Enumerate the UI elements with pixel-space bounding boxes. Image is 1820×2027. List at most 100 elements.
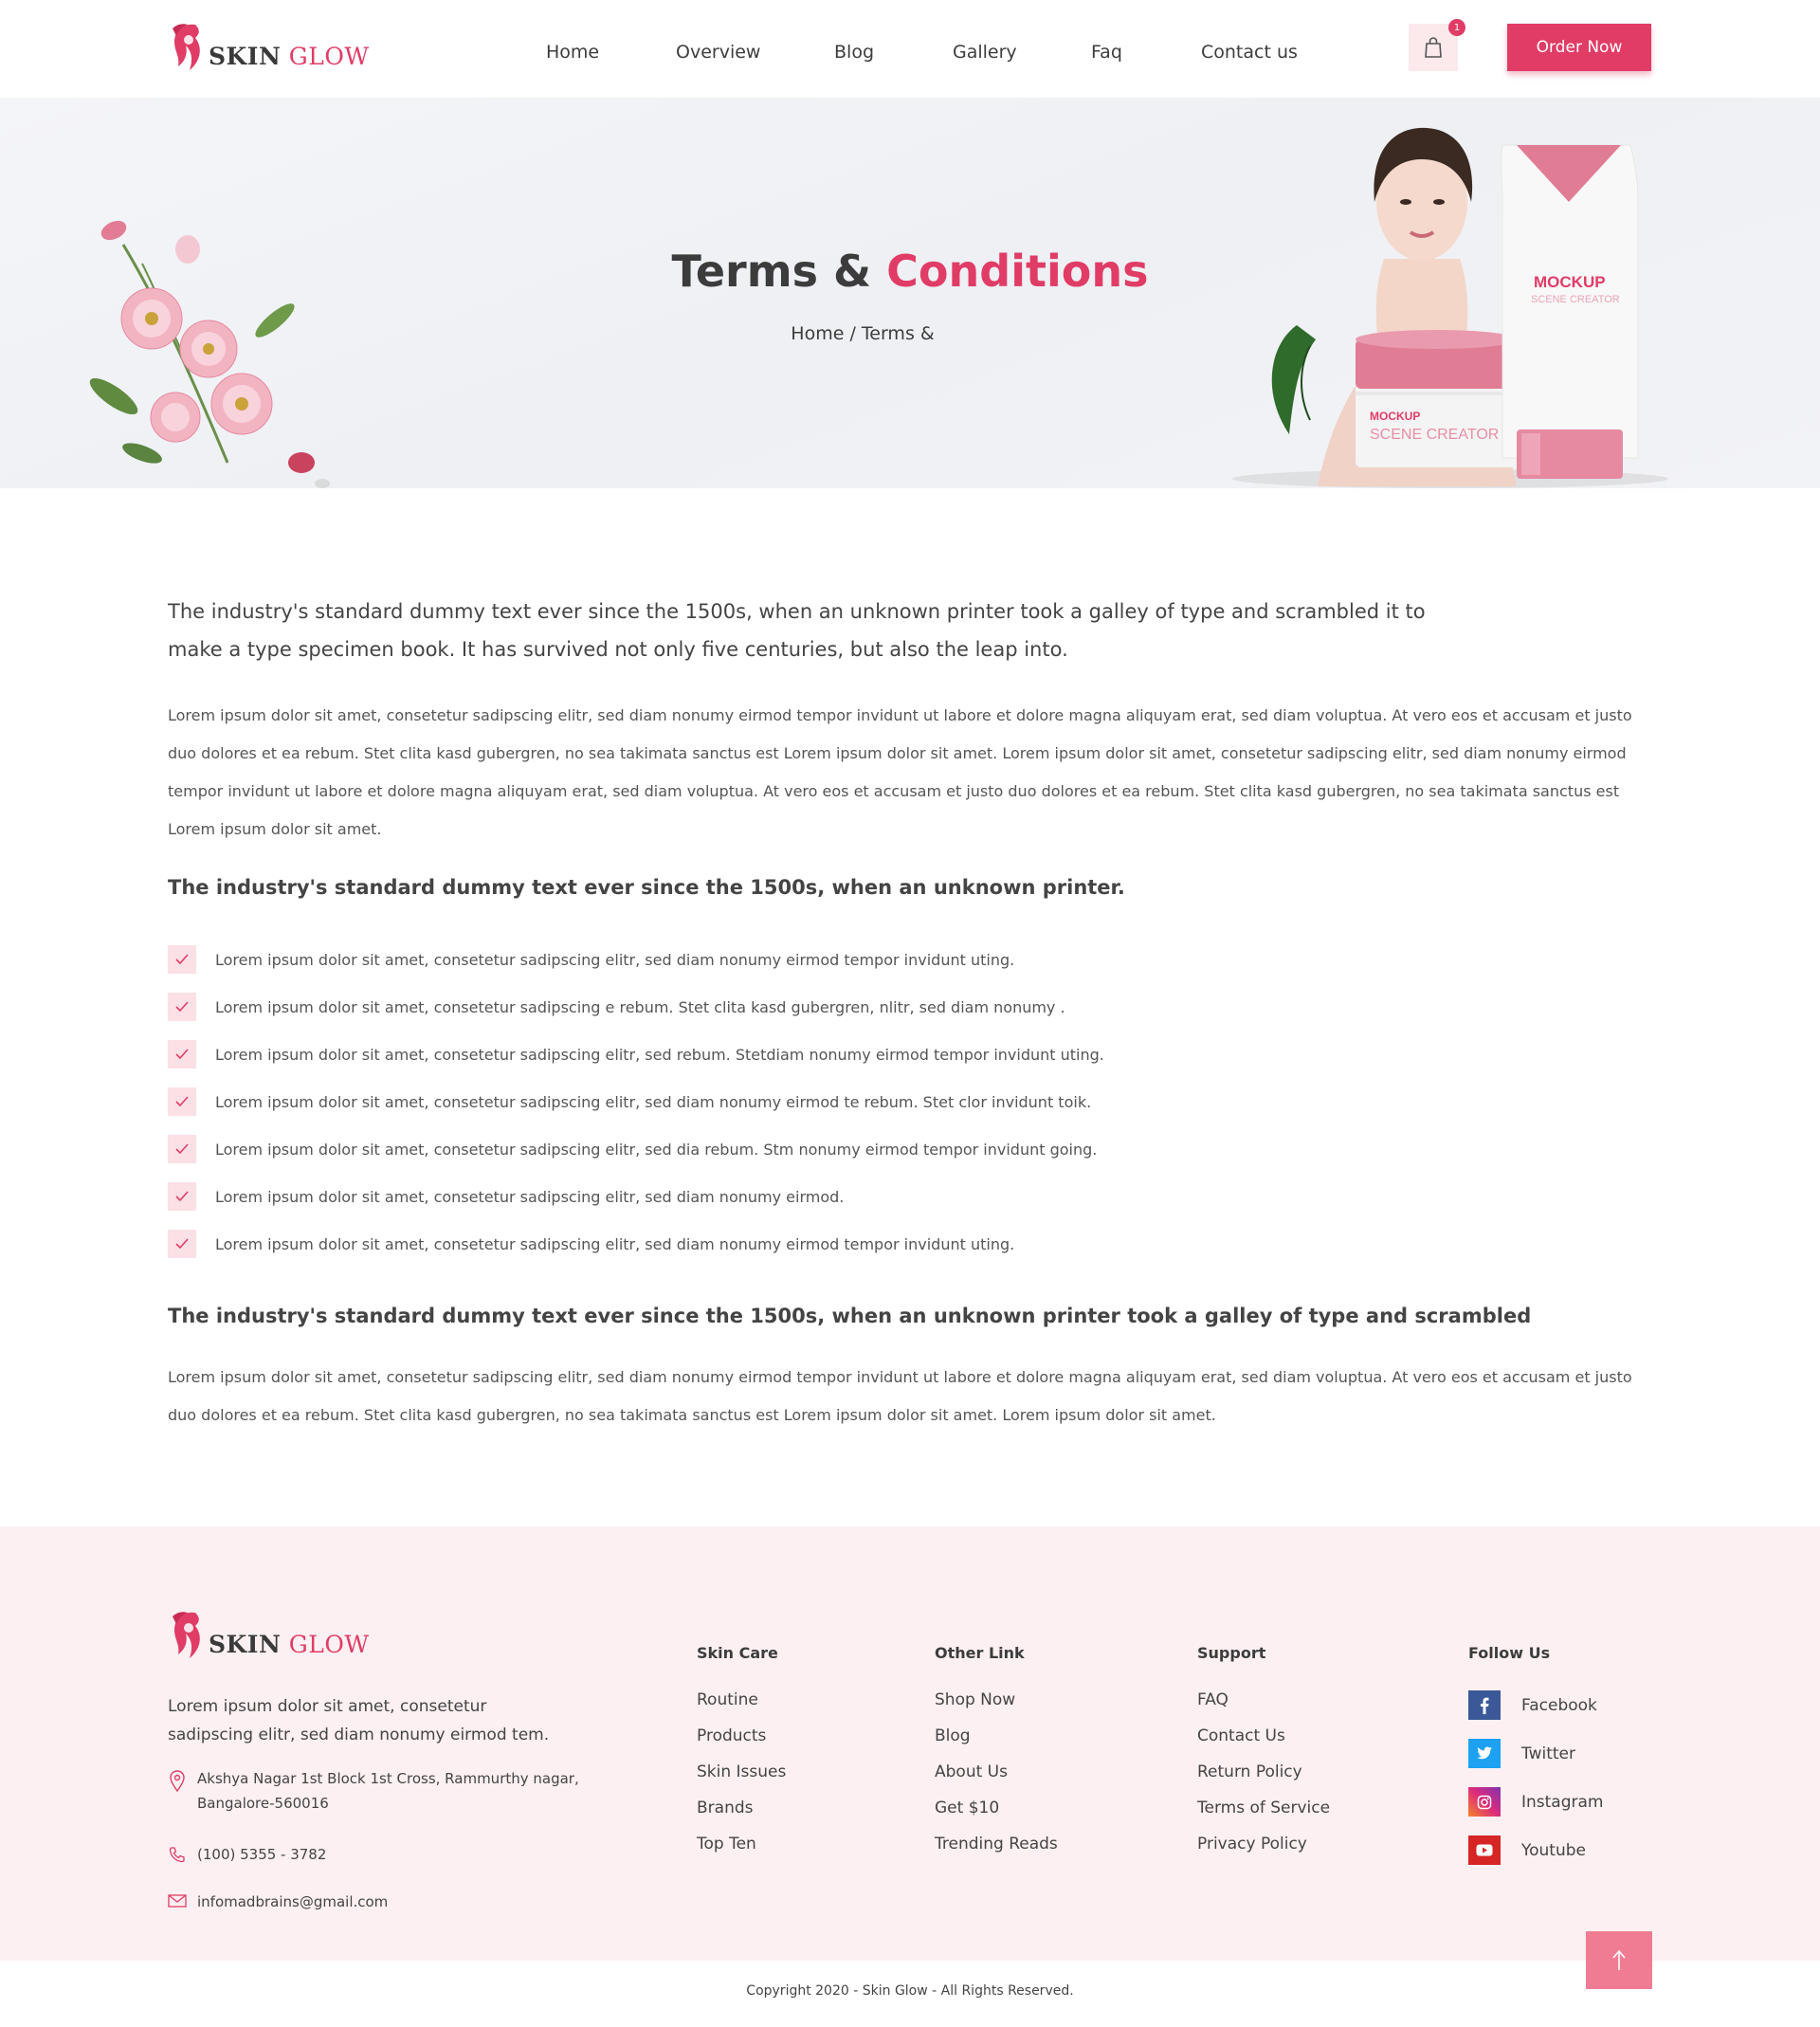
social-link-twitter[interactable]: Twitter xyxy=(1468,1729,1604,1778)
checklist-item-text: Lorem ipsum dolor sit amet, consetetur s… xyxy=(215,1140,1098,1159)
svg-text:MOCKUP: MOCKUP xyxy=(1370,410,1420,423)
svg-text:SCENE CREATOR: SCENE CREATOR xyxy=(1370,427,1499,443)
social-label: Facebook xyxy=(1521,1695,1597,1715)
location-pin-icon xyxy=(170,1770,185,1793)
checklist-item-text: Lorem ipsum dolor sit amet, consetetur s… xyxy=(215,1234,1015,1253)
footer-address: Akshya Nagar 1st Block 1st Cross, Rammur… xyxy=(168,1766,579,1816)
checklist-item-text: Lorem ipsum dolor sit amet, consetetur s… xyxy=(215,1045,1104,1064)
cosmetics-product-image: MOCKUP SCENE CREATOR MOCKUP SCENE CREATO… xyxy=(1232,127,1668,488)
logo-glow-text: GLOW xyxy=(288,1631,370,1658)
social-link-instagram[interactable]: Instagram xyxy=(1468,1778,1604,1826)
checklist-item: Lorem ipsum dolor sit amet, consetetur s… xyxy=(168,936,1647,983)
facebook-icon xyxy=(1468,1690,1501,1720)
twitter-icon xyxy=(1468,1739,1501,1768)
footer-link-contact-us[interactable]: Contact Us xyxy=(1197,1726,1330,1762)
breadcrumb-current: Terms & xyxy=(861,323,935,344)
lead-paragraph: The industry's standard dummy text ever … xyxy=(168,600,1426,661)
social-label: Instagram xyxy=(1521,1792,1604,1812)
footer-link-blog[interactable]: Blog xyxy=(935,1726,1058,1762)
footer-link-top-ten[interactable]: Top Ten xyxy=(697,1835,786,1871)
nav-contact-us[interactable]: Contact us xyxy=(1201,42,1298,63)
checklist-item-text: Lorem ipsum dolor sit amet, consetetur s… xyxy=(215,1187,845,1206)
address-line-2: Bangalore-560016 xyxy=(197,1795,329,1812)
check-icon xyxy=(168,993,196,1021)
page-title-part1: Terms & xyxy=(671,246,872,297)
footer-description: Lorem ipsum dolor sit amet, consetetur s… xyxy=(168,1697,550,1744)
svg-text:SCENE CREATOR: SCENE CREATOR xyxy=(1531,294,1620,305)
page-hero: Terms & Conditions Home / Terms & MOCKUP… xyxy=(0,98,1820,488)
order-now-button[interactable]: Order Now xyxy=(1507,24,1651,71)
logo-woman-icon xyxy=(173,24,200,71)
body-paragraph-1: Lorem ipsum dolor sit amet, consetetur s… xyxy=(168,706,1632,838)
checklist-item: Lorem ipsum dolor sit amet, consetetur s… xyxy=(168,1031,1647,1078)
footer-col-title: Support xyxy=(1197,1644,1266,1662)
social-link-youtube[interactable]: Youtube xyxy=(1468,1826,1604,1874)
footer-col-title: Skin Care xyxy=(697,1644,778,1662)
logo-skin-text: SKIN xyxy=(209,1631,282,1658)
footer-link-trending-reads[interactable]: Trending Reads xyxy=(935,1835,1058,1871)
terms-content: The industry's standard dummy text ever … xyxy=(168,593,1647,1434)
phone-icon xyxy=(169,1847,185,1863)
footer-link-skin-issues[interactable]: Skin Issues xyxy=(697,1762,786,1799)
checklist-item-text: Lorem ipsum dolor sit amet, consetetur s… xyxy=(215,950,1015,969)
footer-col-title: Follow Us xyxy=(1468,1644,1551,1662)
cart-count-badge: 1 xyxy=(1448,19,1465,36)
nav-home[interactable]: Home xyxy=(546,42,599,63)
checklist-item: Lorem ipsum dolor sit amet, consetetur s… xyxy=(168,983,1647,1031)
logo-woman-icon xyxy=(173,1612,200,1658)
footer-link-routine[interactable]: Routine xyxy=(697,1690,786,1726)
section-heading-1: The industry's standard dummy text ever … xyxy=(168,876,1125,899)
footer-link-privacy-policy[interactable]: Privacy Policy xyxy=(1197,1835,1330,1871)
shopping-bag-icon xyxy=(1425,37,1442,58)
footer-brand-logo[interactable]: SKIN GLOW xyxy=(167,1607,370,1662)
nav-faq[interactable]: Faq xyxy=(1091,42,1122,63)
checklist-item-text: Lorem ipsum dolor sit amet, consetetur s… xyxy=(215,1092,1092,1111)
check-icon xyxy=(168,1182,196,1211)
nav-gallery[interactable]: Gallery xyxy=(953,42,1017,63)
instagram-icon xyxy=(1468,1787,1501,1817)
footer-email[interactable]: infomadbrains@gmail.com xyxy=(168,1890,388,1914)
body-paragraph-2: Lorem ipsum dolor sit amet, consetetur s… xyxy=(168,1368,1632,1424)
nav-blog[interactable]: Blog xyxy=(834,42,874,63)
footer-col-support: Support FAQ Contact Us Return Policy Ter… xyxy=(1197,1644,1330,1871)
checklist: Lorem ipsum dolor sit amet, consetetur s… xyxy=(168,936,1647,1268)
footer-col-skin-care: Skin Care Routine Products Skin Issues B… xyxy=(697,1644,786,1871)
social-label: Twitter xyxy=(1521,1744,1575,1763)
social-link-facebook[interactable]: Facebook xyxy=(1468,1681,1604,1729)
site-header: SKIN GLOW Home Overview Blog Gallery Faq… xyxy=(0,0,1820,98)
phone-number: (100) 5355 - 3782 xyxy=(197,1846,327,1863)
check-icon xyxy=(168,1135,196,1163)
checklist-item: Lorem ipsum dolor sit amet, consetetur s… xyxy=(168,1125,1647,1173)
footer-phone[interactable]: (100) 5355 - 3782 xyxy=(168,1842,326,1867)
footer-link-about-us[interactable]: About Us xyxy=(935,1762,1058,1799)
address-line-1: Akshya Nagar 1st Block 1st Cross, Rammur… xyxy=(197,1770,579,1787)
breadcrumb-home[interactable]: Home xyxy=(791,323,844,344)
page-title-part2: Conditions xyxy=(886,246,1149,297)
section-heading-2: The industry's standard dummy text ever … xyxy=(168,1305,1532,1327)
mail-icon xyxy=(168,1894,187,1908)
checklist-item-text: Lorem ipsum dolor sit amet, consetetur s… xyxy=(215,997,1065,1016)
footer-link-products[interactable]: Products xyxy=(697,1726,786,1762)
scroll-to-top-button[interactable] xyxy=(1586,1931,1652,1989)
footer-link-get-10[interactable]: Get $10 xyxy=(935,1799,1058,1835)
check-icon xyxy=(168,1230,196,1258)
footer-col-other-link: Other Link Shop Now Blog About Us Get $1… xyxy=(935,1644,1058,1871)
breadcrumb-separator: / xyxy=(849,323,856,344)
youtube-icon xyxy=(1468,1835,1501,1865)
checklist-item: Lorem ipsum dolor sit amet, consetetur s… xyxy=(168,1173,1647,1220)
footer-link-brands[interactable]: Brands xyxy=(697,1799,786,1835)
checklist-item: Lorem ipsum dolor sit amet, consetetur s… xyxy=(168,1220,1647,1268)
brand-logo[interactable]: SKIN GLOW xyxy=(167,19,370,74)
footer-link-faq[interactable]: FAQ xyxy=(1197,1690,1330,1726)
check-icon xyxy=(168,1040,196,1068)
nav-overview[interactable]: Overview xyxy=(676,42,760,63)
footer-link-terms-of-service[interactable]: Terms of Service xyxy=(1197,1799,1330,1835)
checklist-item: Lorem ipsum dolor sit amet, consetetur s… xyxy=(168,1078,1647,1125)
check-icon xyxy=(168,945,196,974)
cart-button[interactable]: 1 xyxy=(1409,19,1465,71)
site-footer: SKIN GLOW Lorem ipsum dolor sit amet, co… xyxy=(0,1526,1820,1961)
email-address: infomadbrains@gmail.com xyxy=(197,1893,389,1910)
footer-link-shop-now[interactable]: Shop Now xyxy=(935,1690,1058,1726)
logo-skin-text: SKIN xyxy=(209,43,282,70)
footer-link-return-policy[interactable]: Return Policy xyxy=(1197,1762,1330,1799)
